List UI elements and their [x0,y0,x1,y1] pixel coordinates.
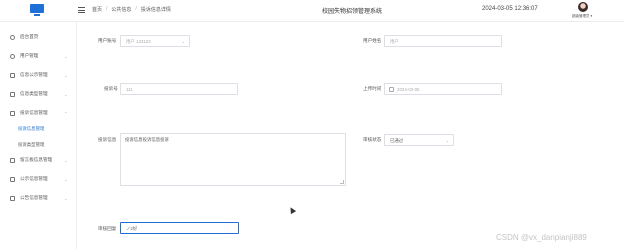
user-account-label: 用户账号 [98,38,117,43]
sidebar-item-label: 后台首页 [20,34,39,39]
chevron-down-icon: ⌄ [64,195,68,201]
user-avatar[interactable] [578,2,588,12]
doc-icon [10,195,15,201]
sidebar-item-label: 信息类型管理 [20,91,48,96]
audit-status-value: 已通过 [390,138,404,143]
breadcrumb: 首页 / 公共信息 / 投诉信息详情 [92,6,171,13]
sidebar-subitem-label: 投诉信息管理 [18,126,45,131]
audit-reply-field[interactable]: ノ2好 [120,222,239,234]
doc-icon [10,110,15,116]
complaint-no-field[interactable]: 111 [120,83,238,95]
detail-form: 用户账号 用户 123123 ⌄ 用户姓名 用户 投诉号 111 上传时间 20… [77,22,624,249]
breadcrumb-home[interactable]: 首页 [92,6,102,13]
sidebar-item-message-board[interactable]: 留言板信息管理 ⌄ [0,153,77,167]
user-name-label: 用户姓名 [363,38,382,43]
chevron-up-icon: ⌃ [64,110,68,116]
sidebar-item-users[interactable]: 用户管理 ⌄ [0,49,77,63]
complaint-content-value: 投诉信息投诉信息投诉 [125,137,169,142]
sidebar-item-dashboard[interactable]: 后台首页 [0,30,77,44]
upload-date-value: 2024-03-05 [397,87,420,92]
sidebar-item-announcements[interactable]: 公告信息管理 ⌄ [0,191,77,205]
chevron-down-icon: ⌄ [64,176,68,182]
hamburger-menu-icon[interactable] [78,7,85,13]
audit-status-select[interactable]: 已通过 ⌄ [384,134,454,146]
monitor-logo-icon [30,4,44,17]
chevron-down-icon: ⌄ [445,137,449,143]
chat-icon [10,157,15,163]
sidebar-item-complaints[interactable]: 投诉信息管理 ⌃ [0,106,77,120]
complaint-no-label: 投诉号 [104,86,118,91]
chevron-down-icon: ⌄ [64,72,68,78]
app-title: 校园失物招领管理系统 [322,9,383,15]
user-name-value: 用户 [390,39,399,44]
sidebar-item-label: 留言板信息管理 [20,157,53,162]
user-menu-dropdown[interactable]: 超级管理员 ▾ [572,14,592,19]
current-datetime: 2024-03-05 12:36:07 [482,6,538,12]
watermark: CSDN @vx_danpianji889 [496,233,587,242]
chevron-down-icon: ⌄ [64,157,68,163]
doc-icon [10,72,15,78]
chevron-down-icon: ⌄ [64,53,68,59]
sidebar-subitem-complaint-types[interactable]: 投诉类型管理 [0,139,77,151]
complaint-content-textarea[interactable]: 投诉信息投诉信息投诉 [120,133,346,186]
upload-date-label: 上传时间 [363,86,382,91]
audit-status-label: 审核状态 [363,137,382,142]
sidebar-item-label: 信息公示管理 [20,72,48,77]
user-name-field[interactable]: 用户 [384,35,502,47]
calendar-icon [389,87,394,92]
complaint-content-label: 投诉信息 [98,137,117,142]
user-icon [10,53,15,59]
audit-reply-value: ノ2好 [126,226,138,231]
sidebar-item-publicity-info[interactable]: 公示信息管理 ⌄ [0,172,77,186]
sidebar-item-label: 投诉信息管理 [20,110,48,115]
sidebar-item-label: 用户管理 [20,53,39,58]
sidebar-item-label: 公告信息管理 [20,195,48,200]
user-account-select[interactable]: 用户 123123 ⌄ [120,35,190,47]
doc-icon [10,91,15,97]
chevron-down-icon: ⌄ [64,91,68,97]
sidebar-item-label: 公示信息管理 [20,176,48,181]
clock-icon [10,34,15,40]
audit-reply-label: 审核回复 [98,226,117,231]
sidebar: 后台首页 用户管理 ⌄ 信息公示管理 ⌄ 信息类型管理 ⌄ 投诉信息管理 ⌃ 投… [0,22,77,249]
top-bar: 首页 / 公共信息 / 投诉信息详情 校园失物招领管理系统 2024-03-05… [0,0,624,22]
complaint-no-value: 111 [126,87,133,92]
breadcrumb-public-info[interactable]: 公共信息 [111,6,131,13]
resize-handle-icon[interactable] [340,180,344,184]
breadcrumb-separator: / [106,6,108,12]
sidebar-subitem-label: 投诉类型管理 [18,142,45,147]
breadcrumb-current: 投诉信息详情 [140,7,171,13]
upload-date-picker[interactable]: 2024-03-05 [384,83,502,95]
chevron-down-icon: ⌄ [181,38,185,44]
user-account-value: 用户 123123 [126,39,151,44]
doc-icon [10,176,15,182]
sidebar-item-info-type[interactable]: 信息类型管理 ⌄ [0,87,77,101]
sidebar-subitem-complaint-management[interactable]: 投诉信息管理 [0,123,77,135]
sidebar-item-info-publicity[interactable]: 信息公示管理 ⌄ [0,68,77,82]
breadcrumb-separator: / [135,6,137,12]
